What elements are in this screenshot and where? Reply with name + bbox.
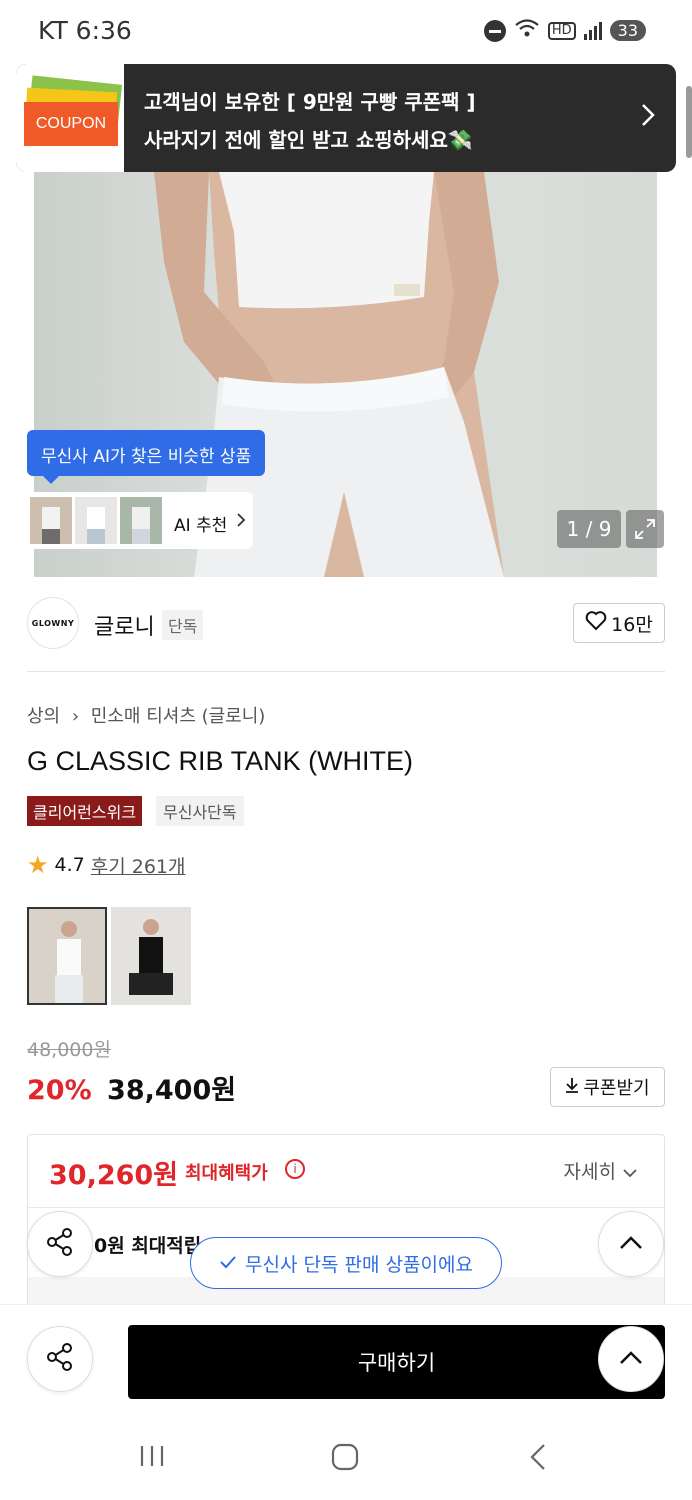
download-icon bbox=[565, 1077, 579, 1098]
like-count: 16만 bbox=[611, 613, 653, 636]
reviews-link[interactable]: 후기 261개 bbox=[91, 852, 186, 879]
sale-price: 38,400원 bbox=[107, 1075, 237, 1106]
scroll-top-button-bottom[interactable] bbox=[598, 1326, 664, 1392]
ai-recommend-label: AI 추천 bbox=[174, 516, 228, 536]
share-icon bbox=[45, 1227, 75, 1261]
chevron-right-icon bbox=[640, 102, 656, 135]
coupon-banner-line2: 사라지기 전에 할인 받고 쇼핑하세요💸 bbox=[144, 128, 473, 152]
expand-icon[interactable] bbox=[626, 510, 664, 548]
get-coupon-label: 쿠폰받기 bbox=[583, 1078, 650, 1099]
do-not-disturb-icon bbox=[483, 19, 506, 42]
signal-icon bbox=[583, 21, 602, 40]
get-coupon-button[interactable]: 쿠폰받기 bbox=[550, 1067, 665, 1107]
ai-thumb-1 bbox=[30, 497, 72, 544]
status-bar: KT 6:36 HD 33 bbox=[0, 0, 692, 62]
check-icon bbox=[219, 1252, 237, 1274]
rating-value: 4.7 bbox=[54, 854, 85, 876]
system-nav-bar bbox=[0, 1420, 692, 1500]
scrollbar[interactable] bbox=[686, 86, 692, 158]
ai-thumb-3 bbox=[120, 497, 162, 544]
share-icon bbox=[45, 1342, 75, 1376]
heart-icon bbox=[585, 610, 607, 636]
battery-indicator: 33 bbox=[609, 20, 646, 41]
wifi-icon bbox=[514, 18, 540, 43]
clearance-tag: 클리어런스위크 bbox=[27, 796, 143, 826]
ai-recommend-card[interactable]: AI 추천 bbox=[27, 492, 253, 549]
share-button-bottom[interactable] bbox=[27, 1326, 93, 1392]
chevron-up-icon bbox=[619, 1350, 643, 1369]
info-icon[interactable]: i bbox=[285, 1159, 305, 1179]
coupon-pack-banner[interactable]: COUPON 고객님이 보유한 [ 9만원 구빵 쿠폰팩 ] 사라지기 전에 할… bbox=[16, 64, 676, 172]
discount-rate: 20% bbox=[27, 1075, 92, 1106]
ai-similar-tooltip: 무신사 AI가 찾은 비슷한 상품 bbox=[27, 430, 266, 484]
rating-row: ★ 4.7 후기 261개 bbox=[27, 851, 185, 879]
exclusive-badge: 단독 bbox=[162, 610, 204, 640]
sale-price-row: 20% 38,400원 bbox=[27, 1068, 236, 1107]
brand-row: GLOWNY 글로니 단독 16만 bbox=[27, 595, 665, 653]
star-icon: ★ bbox=[27, 851, 49, 879]
image-pager: 1 / 9 bbox=[557, 510, 621, 548]
back-icon[interactable] bbox=[528, 1442, 548, 1479]
detail-label: 자세히 bbox=[563, 1161, 616, 1183]
home-icon[interactable] bbox=[330, 1442, 360, 1479]
max-benefit-label: 최대혜택가 bbox=[185, 1163, 268, 1184]
recent-apps-icon[interactable] bbox=[138, 1442, 166, 1477]
color-option-white[interactable] bbox=[27, 907, 107, 1005]
breadcrumb-category[interactable]: 상의 bbox=[27, 706, 60, 727]
max-points: 0원 최대적립 bbox=[94, 1235, 202, 1257]
status-icons: HD 33 bbox=[483, 18, 646, 43]
coupon-banner-line1: 고객님이 보유한 [ 9만원 구빵 쿠폰팩 ] bbox=[144, 90, 476, 114]
product-title: G CLASSIC RIB TANK (WHITE) bbox=[27, 746, 414, 776]
color-option-black[interactable] bbox=[111, 907, 191, 1005]
share-button[interactable] bbox=[27, 1211, 93, 1277]
product-page: KT 6:36 HD 33 COUPON 고객님이 보유한 [9만원 구빵 쿠… bbox=[0, 0, 692, 1500]
coupon-tag: COUPON bbox=[24, 102, 118, 146]
chevron-down-icon bbox=[622, 1161, 638, 1183]
exclusive-tag: 무신사단독 bbox=[156, 796, 244, 826]
like-button[interactable]: 16만 bbox=[573, 603, 665, 643]
exclusive-toast: 무신사 단독 판매 상품이에요 bbox=[190, 1237, 502, 1289]
max-benefit-price: 30,260원 bbox=[49, 1160, 179, 1191]
chevron-right-icon: › bbox=[71, 706, 80, 727]
scroll-top-button[interactable] bbox=[598, 1211, 664, 1277]
chevron-right-icon bbox=[236, 512, 246, 532]
status-time: KT 6:36 bbox=[38, 16, 132, 45]
brand-logo[interactable]: GLOWNY bbox=[27, 597, 79, 649]
hd-icon: HD bbox=[547, 21, 576, 40]
breadcrumb: 상의 › 민소매 티셔츠 (글로니) bbox=[27, 702, 265, 728]
toast-text: 무신사 단독 판매 상품이에요 bbox=[245, 1253, 473, 1276]
ai-thumb-2 bbox=[75, 497, 117, 544]
detail-toggle[interactable]: 자세히 bbox=[564, 1157, 639, 1184]
divider bbox=[27, 671, 665, 672]
coupon-graphic: COUPON bbox=[16, 64, 124, 172]
buy-button[interactable]: 구매하기 bbox=[128, 1325, 665, 1399]
breadcrumb-subcategory[interactable]: 민소매 티셔츠 (글로니) bbox=[91, 706, 266, 727]
original-price: 48,000원 bbox=[27, 1039, 111, 1061]
chevron-up-icon bbox=[619, 1235, 643, 1254]
brand-name[interactable]: 글로니 bbox=[94, 609, 155, 641]
